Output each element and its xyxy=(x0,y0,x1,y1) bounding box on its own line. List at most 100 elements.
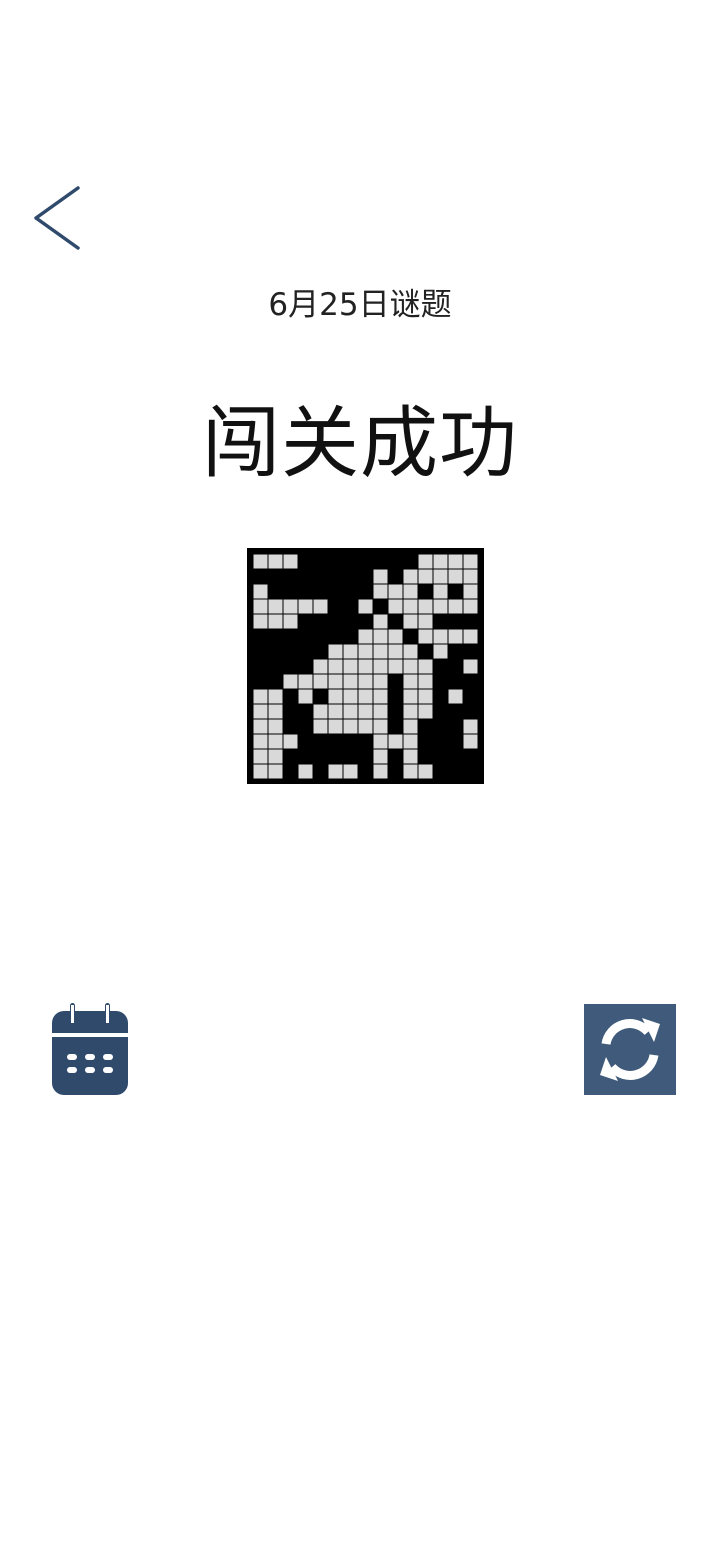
grid-cell-filled xyxy=(433,749,448,764)
grid-cell-filled xyxy=(283,704,298,719)
grid-cell-filled xyxy=(268,584,283,599)
grid-cell-empty xyxy=(343,689,358,704)
grid-cell-empty xyxy=(328,719,343,734)
grid-cell-empty xyxy=(253,719,268,734)
grid-cell-empty xyxy=(463,599,478,614)
grid-cell-empty xyxy=(373,734,388,749)
grid-cell-empty xyxy=(463,554,478,569)
grid-cell-empty xyxy=(448,554,463,569)
grid-cell-empty xyxy=(388,584,403,599)
grid-cell-empty xyxy=(418,569,433,584)
refresh-button[interactable] xyxy=(584,1004,676,1095)
grid-cell-filled xyxy=(313,644,328,659)
grid-cell-filled xyxy=(463,749,478,764)
grid-cell-filled xyxy=(298,644,313,659)
grid-cell-empty xyxy=(373,659,388,674)
grid-cell-empty xyxy=(403,704,418,719)
grid-cell-filled xyxy=(328,569,343,584)
grid-cell-filled xyxy=(298,719,313,734)
grid-cell-empty xyxy=(373,674,388,689)
grid-cell-empty xyxy=(418,614,433,629)
grid-cell-filled xyxy=(253,629,268,644)
grid-cell-empty xyxy=(358,629,373,644)
grid-cell-empty xyxy=(463,719,478,734)
grid-cell-filled xyxy=(418,584,433,599)
grid-cell-filled xyxy=(358,734,373,749)
grid-cell-filled xyxy=(283,764,298,779)
grid-cell-filled xyxy=(343,629,358,644)
grid-cell-filled xyxy=(433,704,448,719)
grid-cell-empty xyxy=(463,734,478,749)
grid-cell-filled xyxy=(448,584,463,599)
grid-cell-empty xyxy=(268,614,283,629)
grid-cell-filled xyxy=(373,599,388,614)
grid-cell-filled xyxy=(388,614,403,629)
grid-cell-empty xyxy=(388,644,403,659)
grid-cell-empty xyxy=(433,599,448,614)
back-button[interactable] xyxy=(22,178,94,262)
grid-cell-filled xyxy=(418,719,433,734)
grid-cell-filled xyxy=(463,614,478,629)
grid-cell-empty xyxy=(328,659,343,674)
grid-cell-empty xyxy=(448,689,463,704)
grid-cell-empty xyxy=(358,644,373,659)
grid-cell-empty xyxy=(313,674,328,689)
grid-cell-filled xyxy=(343,569,358,584)
grid-cell-filled xyxy=(463,674,478,689)
calendar-button[interactable] xyxy=(50,1003,130,1097)
grid-cell-empty xyxy=(343,644,358,659)
grid-cell-filled xyxy=(298,704,313,719)
grid-cell-filled xyxy=(403,629,418,644)
grid-cell-empty xyxy=(403,749,418,764)
grid-cell-empty xyxy=(253,704,268,719)
grid-cell-filled xyxy=(463,644,478,659)
grid-cell-filled xyxy=(253,659,268,674)
grid-cell-filled xyxy=(388,719,403,734)
grid-cell-empty xyxy=(418,704,433,719)
grid-cell-empty xyxy=(313,704,328,719)
grid-cell-filled xyxy=(268,644,283,659)
grid-cell-empty xyxy=(283,599,298,614)
grid-cell-filled xyxy=(298,749,313,764)
grid-cell-empty xyxy=(403,734,418,749)
grid-cell-filled xyxy=(358,554,373,569)
grid-cell-filled xyxy=(373,554,388,569)
grid-cell-filled xyxy=(298,659,313,674)
grid-cell-empty xyxy=(388,659,403,674)
grid-cell-empty xyxy=(283,614,298,629)
grid-cell-filled xyxy=(433,659,448,674)
grid-cell-empty xyxy=(418,599,433,614)
grid-cell-empty xyxy=(268,554,283,569)
grid-cell-empty xyxy=(313,599,328,614)
grid-cell-empty xyxy=(463,569,478,584)
grid-cell-empty xyxy=(388,599,403,614)
grid-cell-empty xyxy=(448,569,463,584)
grid-cell-empty xyxy=(448,629,463,644)
grid-cell-filled xyxy=(388,689,403,704)
grid-cell-filled xyxy=(283,689,298,704)
grid-cell-filled xyxy=(313,569,328,584)
grid-cell-empty xyxy=(268,599,283,614)
grid-cell-empty xyxy=(358,659,373,674)
grid-cell-filled xyxy=(448,674,463,689)
grid-cell-filled xyxy=(313,764,328,779)
grid-cell-filled xyxy=(298,569,313,584)
grid-cell-filled xyxy=(313,734,328,749)
grid-cell-empty xyxy=(358,689,373,704)
grid-cell-filled xyxy=(418,749,433,764)
grid-cell-empty xyxy=(283,674,298,689)
grid-cell-filled xyxy=(283,719,298,734)
grid-cell-filled xyxy=(253,674,268,689)
grid-cell-filled xyxy=(463,704,478,719)
grid-cell-filled xyxy=(283,659,298,674)
grid-cell-empty xyxy=(433,569,448,584)
grid-cell-empty xyxy=(403,719,418,734)
grid-cell-empty xyxy=(328,689,343,704)
grid-cell-empty xyxy=(298,599,313,614)
grid-cell-empty xyxy=(388,629,403,644)
grid-cell-empty xyxy=(268,734,283,749)
grid-cell-filled xyxy=(343,614,358,629)
grid-cell-empty xyxy=(253,584,268,599)
grid-cell-filled xyxy=(328,599,343,614)
grid-cell-filled xyxy=(418,734,433,749)
